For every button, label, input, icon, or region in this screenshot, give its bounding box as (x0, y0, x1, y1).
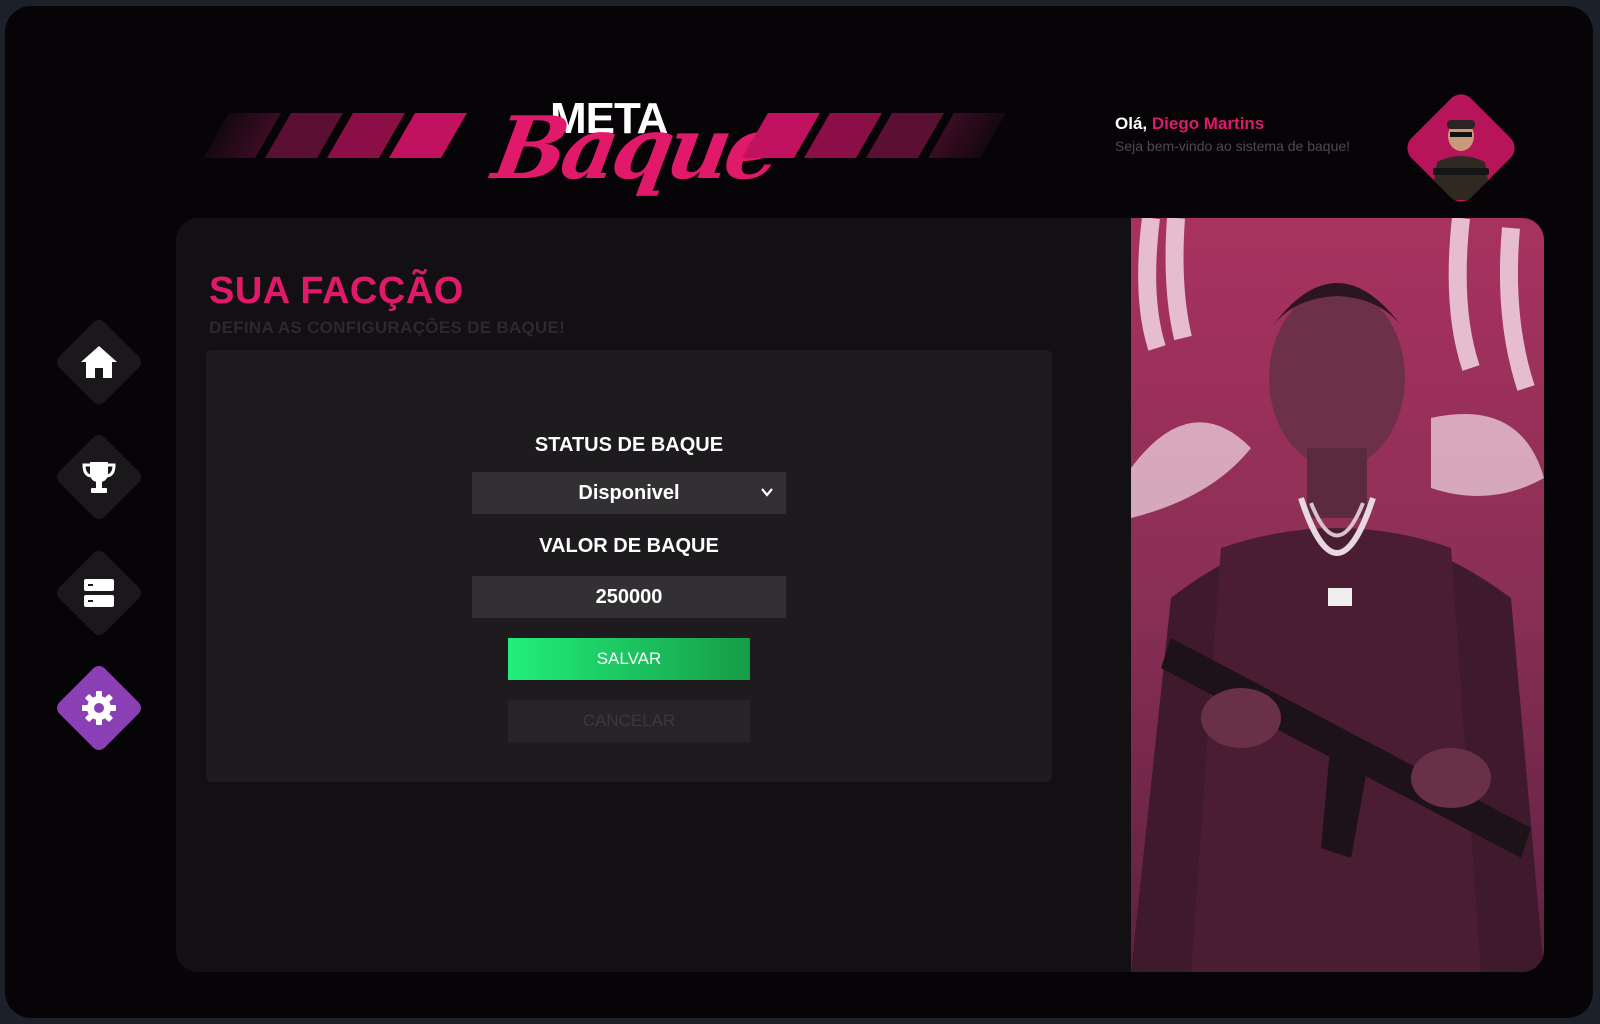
server-icon (84, 579, 114, 607)
status-select[interactable]: Disponivel (472, 472, 786, 514)
page-title: SUA FACÇÃO (209, 270, 464, 312)
gear-icon (82, 691, 116, 725)
nav-ranking[interactable] (53, 431, 145, 523)
value-label: VALOR DE BAQUE (539, 535, 719, 557)
cancel-button[interactable]: CANCELAR (508, 700, 750, 742)
logo-script-text: Baque (486, 98, 785, 199)
avatar[interactable] (1401, 88, 1521, 208)
status-select-value: Disponivel (578, 481, 680, 504)
page-subtitle: DEFINA AS CONFIGURAÇÕES DE BAQUE! (209, 318, 566, 337)
status-label: STATUS DE BAQUE (534, 434, 724, 456)
welcome-text: Seja bem-vindo ao sistema de baque! (1115, 138, 1351, 154)
user-name: Diego Martins (1151, 114, 1265, 133)
chevron-down-icon (761, 488, 773, 497)
main-panel: SUA FACÇÃO DEFINA AS CONFIGURAÇÕES DE BA… (176, 218, 1544, 972)
avatar-image (1409, 96, 1513, 200)
greeting-line: Olá, Diego Martins (1115, 114, 1350, 134)
value-input[interactable]: 250000 (472, 576, 786, 618)
settings-card: STATUS DE BAQUE Disponivel VALOR DE BAQU… (206, 350, 1052, 782)
avatar-frame (1401, 88, 1521, 208)
logo: META Baque (486, 94, 785, 209)
greeting-prefix: Olá, (1115, 114, 1148, 133)
nav-home[interactable] (53, 316, 145, 408)
app-window: META Baque Olá, Diego Martins Seja bem-v… (5, 6, 1593, 1018)
user-greeting: Olá, Diego Martins Seja bem-vindo ao sis… (1115, 114, 1350, 154)
artwork-image (1131, 218, 1544, 972)
hero-artwork (1131, 218, 1544, 972)
home-icon (81, 346, 117, 378)
nav-settings[interactable] (53, 662, 145, 754)
save-button[interactable]: SALVAR (508, 638, 750, 680)
nav-servers[interactable] (53, 547, 145, 639)
trophy-icon (82, 462, 116, 493)
